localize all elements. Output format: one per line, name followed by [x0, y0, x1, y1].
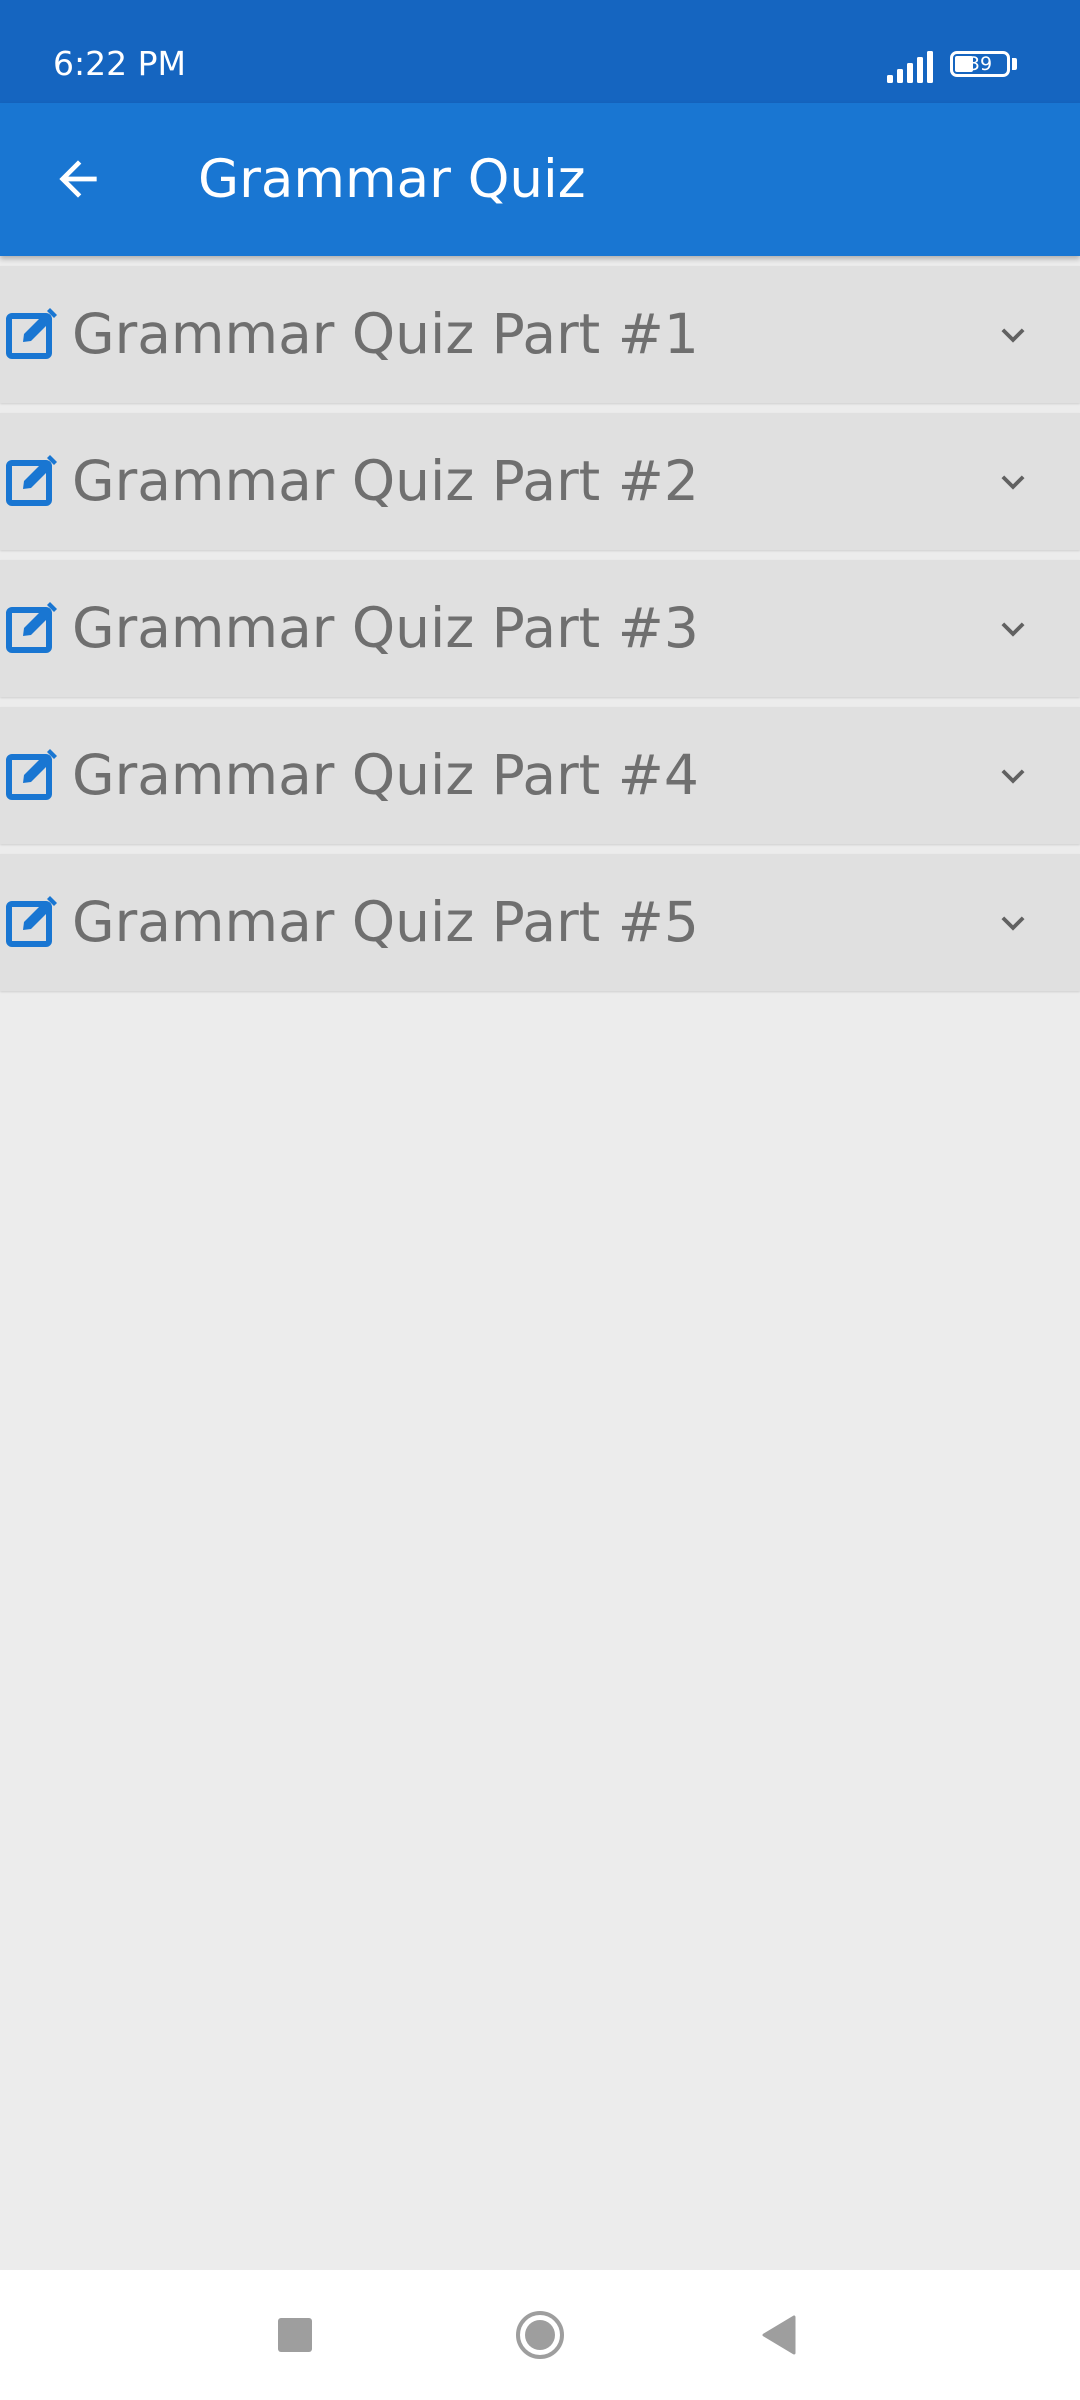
quiz-list: Grammar Quiz Part #1 Grammar Quiz Part #… — [0, 266, 1080, 1001]
system-back-button[interactable] — [740, 2295, 820, 2375]
chevron-down-icon[interactable] — [990, 753, 1036, 799]
recents-icon — [278, 2318, 312, 2352]
recents-button[interactable] — [255, 2295, 335, 2375]
quiz-item-part-3[interactable]: Grammar Quiz Part #3 — [0, 560, 1080, 697]
edit-icon — [6, 455, 57, 506]
battery-level: 39 — [967, 53, 993, 75]
edit-icon — [6, 896, 57, 947]
edit-icon — [6, 749, 57, 800]
quiz-item-part-1[interactable]: Grammar Quiz Part #1 — [0, 266, 1080, 403]
app-bar: Grammar Quiz — [0, 103, 1080, 256]
home-icon — [516, 2311, 564, 2359]
signal-icon — [887, 51, 933, 83]
edit-icon — [6, 308, 57, 359]
back-triangle-icon — [762, 2315, 796, 2355]
chevron-down-icon[interactable] — [990, 312, 1036, 358]
system-nav-bar — [0, 2270, 1080, 2400]
quiz-item-label: Grammar Quiz Part #2 — [72, 449, 699, 513]
quiz-item-label: Grammar Quiz Part #1 — [72, 302, 699, 366]
edit-icon — [6, 602, 57, 653]
quiz-item-part-5[interactable]: Grammar Quiz Part #5 — [0, 854, 1080, 991]
arrow-back-icon — [59, 160, 97, 198]
chevron-down-icon[interactable] — [990, 606, 1036, 652]
status-bar: 6:22 PM 39 — [0, 0, 1080, 103]
chevron-down-icon[interactable] — [990, 900, 1036, 946]
battery-icon: 39 — [950, 51, 1020, 81]
quiz-item-part-2[interactable]: Grammar Quiz Part #2 — [0, 413, 1080, 550]
quiz-item-label: Grammar Quiz Part #4 — [72, 743, 699, 807]
status-time: 6:22 PM — [53, 44, 186, 83]
quiz-item-label: Grammar Quiz Part #5 — [72, 890, 699, 954]
chevron-down-icon[interactable] — [990, 459, 1036, 505]
home-button[interactable] — [500, 2295, 580, 2375]
battery-cap — [1012, 58, 1017, 70]
quiz-item-part-4[interactable]: Grammar Quiz Part #4 — [0, 707, 1080, 844]
back-button[interactable] — [40, 141, 116, 217]
page-title: Grammar Quiz — [198, 149, 586, 210]
quiz-item-label: Grammar Quiz Part #3 — [72, 596, 699, 660]
